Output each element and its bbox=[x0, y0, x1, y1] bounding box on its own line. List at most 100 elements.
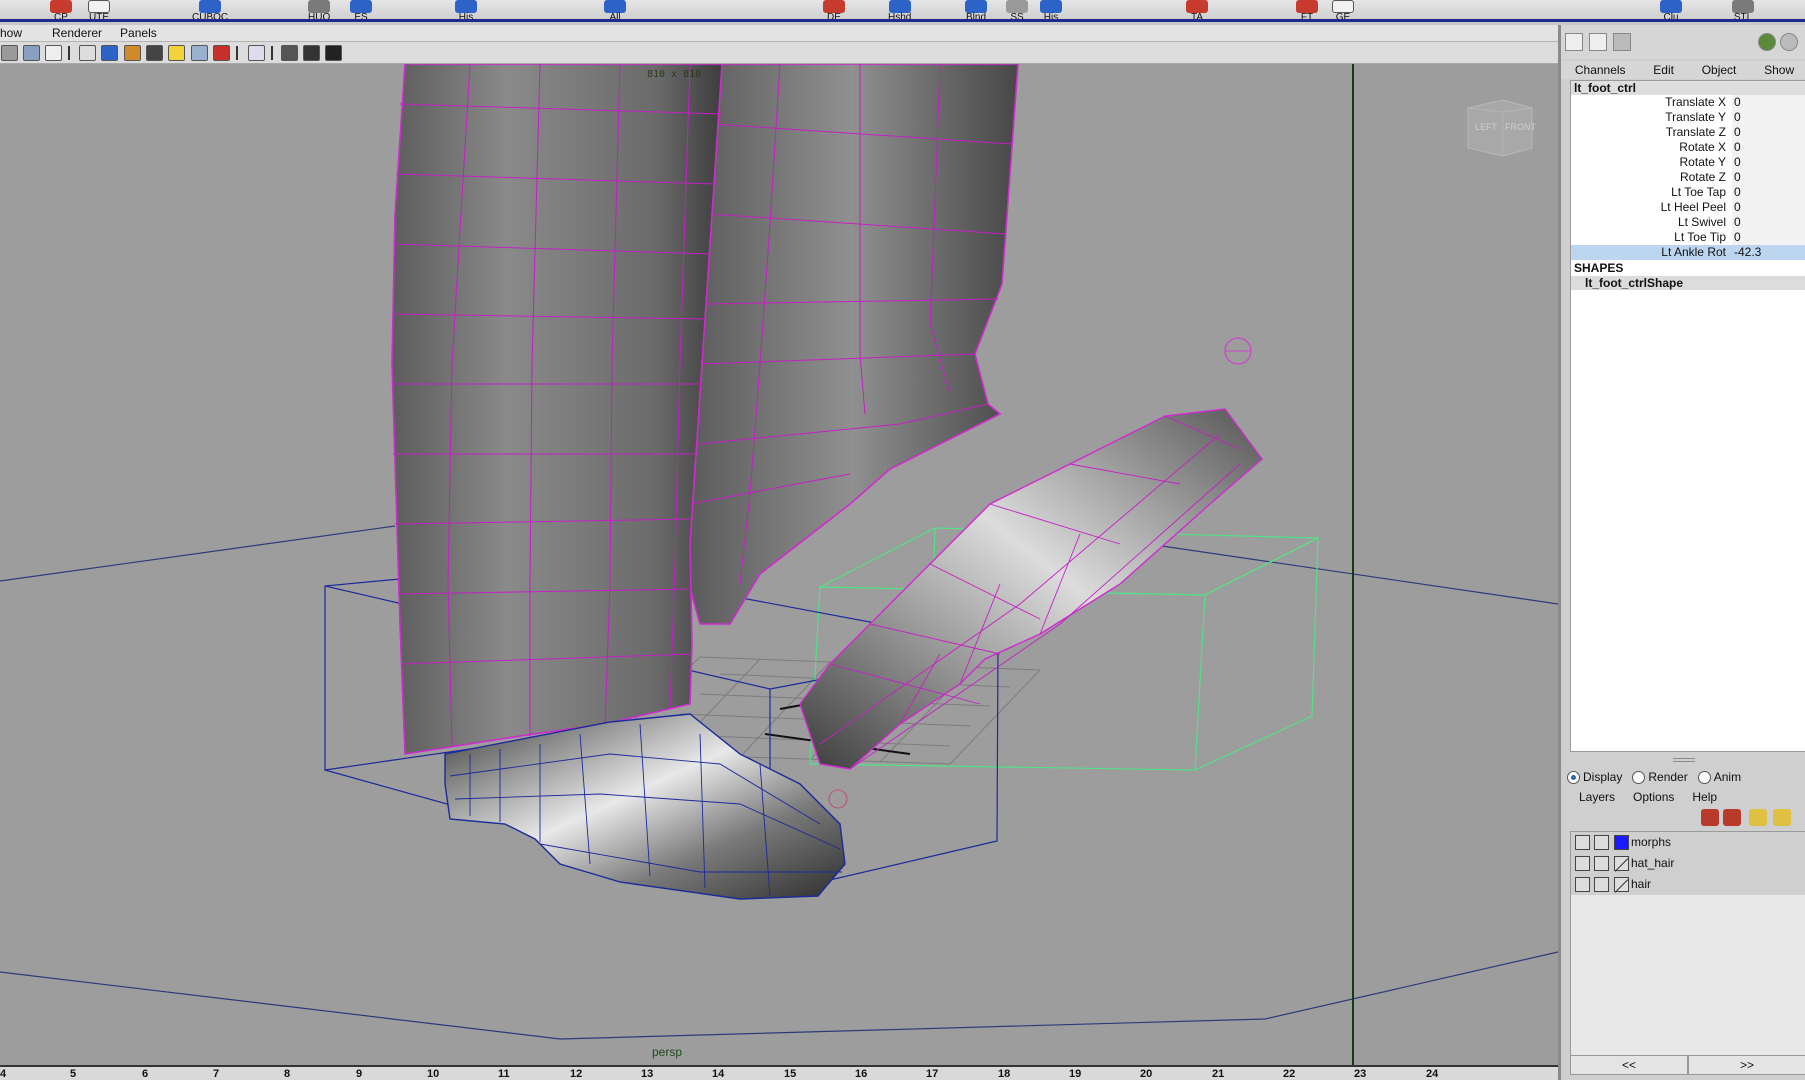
resolution-readout: 810 x 810 bbox=[647, 69, 702, 80]
shelf-button-ft[interactable]: FT bbox=[1296, 0, 1318, 19]
display-type-toggle[interactable] bbox=[1594, 876, 1609, 892]
heel-ctrl-circle[interactable] bbox=[828, 789, 848, 809]
layer-name: morphs bbox=[1631, 835, 1672, 849]
time-tick: 18 bbox=[998, 1068, 1011, 1080]
prev-page-button[interactable]: << bbox=[1570, 1055, 1688, 1075]
half-circle-icon[interactable] bbox=[1780, 33, 1798, 51]
visibility-toggle[interactable] bbox=[1575, 855, 1590, 871]
shelf-button-all[interactable]: All bbox=[604, 0, 626, 19]
shelf-button-es[interactable]: ES bbox=[350, 0, 372, 19]
new-layer-icon[interactable] bbox=[1701, 809, 1719, 826]
xray-icon[interactable] bbox=[325, 45, 342, 61]
shelf-button-his-2[interactable]: His bbox=[1040, 0, 1062, 19]
layer-row-hat-hair[interactable]: hat_hair bbox=[1571, 853, 1805, 874]
viewport-menubar: how Renderer Panels bbox=[0, 25, 1560, 42]
attr-lt-heel-peel[interactable]: Lt Heel Peel 0 bbox=[1571, 200, 1805, 215]
visibility-toggle[interactable] bbox=[1575, 834, 1590, 850]
shelf-button-stl[interactable]: STL bbox=[1732, 0, 1754, 19]
attr-rotate-x[interactable]: Rotate X0 bbox=[1571, 140, 1805, 155]
next-page-button[interactable]: >> bbox=[1688, 1055, 1805, 1075]
color-wheel-icon[interactable] bbox=[1758, 33, 1776, 51]
time-tick: 10 bbox=[427, 1068, 440, 1080]
text-icon[interactable] bbox=[45, 45, 62, 61]
light-bulb-icon[interactable] bbox=[168, 45, 185, 61]
tab-anim[interactable]: Anim bbox=[1697, 767, 1741, 787]
tab-render[interactable]: Render bbox=[1632, 767, 1688, 787]
perspective-viewport[interactable]: 810 x 810 persp LEFT FRONT bbox=[0, 64, 1558, 1065]
textured-cube-icon[interactable] bbox=[124, 45, 141, 61]
channel-box-toggle-icon[interactable] bbox=[1565, 33, 1583, 51]
render-icon[interactable] bbox=[213, 45, 230, 61]
layer-name: hat_hair bbox=[1631, 856, 1675, 870]
time-tick: 4 bbox=[0, 1068, 7, 1080]
shelf-button-ute[interactable]: UTE bbox=[88, 0, 110, 19]
layer-name: hair bbox=[1631, 877, 1652, 891]
shadow-icon[interactable] bbox=[191, 45, 208, 61]
shelf-button-de[interactable]: DE bbox=[823, 0, 845, 19]
shelf-button-ge[interactable]: GE bbox=[1332, 0, 1354, 19]
attr-lt-toe-tap[interactable]: Lt Toe Tap 0 bbox=[1571, 185, 1805, 200]
grid-icon[interactable] bbox=[1, 45, 18, 61]
camera-icon[interactable] bbox=[23, 45, 40, 61]
layer-row-morphs[interactable]: morphs bbox=[1571, 832, 1805, 853]
shape-node-name[interactable]: lt_foot_ctrlShape bbox=[1571, 276, 1805, 290]
view-cube[interactable]: LEFT FRONT bbox=[1465, 96, 1536, 158]
attr-rotate-y[interactable]: Rotate Y0 bbox=[1571, 155, 1805, 170]
shaded-cube-icon[interactable] bbox=[101, 45, 118, 61]
resolution-gate-icon[interactable] bbox=[248, 45, 265, 61]
wireframe-cube-icon[interactable] bbox=[79, 45, 96, 61]
display-type-toggle[interactable] bbox=[1594, 834, 1609, 850]
radio-icon bbox=[1632, 770, 1646, 784]
layer-list: morphs hat_hair hair bbox=[1570, 831, 1805, 1057]
shelf-button-blnd[interactable]: Blnd bbox=[965, 0, 987, 19]
selected-object-name[interactable]: lt_foot_ctrl bbox=[1571, 81, 1805, 95]
new-layer-from-selection-icon[interactable] bbox=[1723, 809, 1741, 826]
menu-channels[interactable]: Channels bbox=[1575, 61, 1626, 79]
time-tick: 7 bbox=[213, 1068, 220, 1080]
grid-toggle-icon[interactable] bbox=[303, 45, 320, 61]
shelf-button-his[interactable]: His bbox=[455, 0, 477, 19]
menu-show[interactable]: how bbox=[0, 25, 30, 41]
menu-panels[interactable]: Panels bbox=[110, 25, 165, 41]
visibility-toggle[interactable] bbox=[1575, 876, 1590, 892]
attr-translate-y[interactable]: Translate Y0 bbox=[1571, 110, 1805, 125]
shelf-button-ss[interactable]: SS bbox=[1006, 0, 1028, 19]
menu-options[interactable]: Options bbox=[1615, 789, 1674, 806]
menu-renderer[interactable]: Renderer bbox=[30, 25, 110, 41]
layer-color-swatch[interactable] bbox=[1614, 834, 1629, 850]
attribute-editor-toggle-icon[interactable] bbox=[1589, 33, 1607, 51]
menu-edit[interactable]: Edit bbox=[1653, 61, 1674, 79]
time-tick: 15 bbox=[784, 1068, 797, 1080]
layer-state-2-icon[interactable] bbox=[1773, 809, 1791, 826]
lighting-icon[interactable] bbox=[146, 45, 163, 61]
time-tick: 19 bbox=[1069, 1068, 1082, 1080]
attr-rotate-z[interactable]: Rotate Z0 bbox=[1571, 170, 1805, 185]
panel-splitter[interactable] bbox=[1561, 755, 1805, 763]
menu-layers[interactable]: Layers bbox=[1561, 789, 1615, 806]
shelf-button-ta[interactable]: TA bbox=[1186, 0, 1208, 19]
layer-row-hair[interactable]: hair bbox=[1571, 874, 1805, 895]
menu-object[interactable]: Object bbox=[1702, 61, 1737, 79]
menu-help[interactable]: Help bbox=[1674, 789, 1717, 806]
camera-name: persp bbox=[652, 1045, 683, 1059]
shelf-button-cp[interactable]: CP bbox=[50, 0, 72, 19]
radio-icon bbox=[1567, 770, 1580, 784]
shelf-button-clu[interactable]: Clu bbox=[1660, 0, 1682, 19]
shelf-button-huo[interactable]: HUO bbox=[308, 0, 330, 19]
attr-lt-swivel[interactable]: Lt Swivel 0 bbox=[1571, 215, 1805, 230]
time-slider[interactable]: 4 5 6 7 8 9 10 11 12 13 14 15 16 17 18 1… bbox=[0, 1065, 1560, 1080]
attr-translate-z[interactable]: Translate Z0 bbox=[1571, 125, 1805, 140]
attr-lt-ankle-rot[interactable]: Lt Ankle Rot -42.3 bbox=[1571, 245, 1805, 260]
tool-settings-toggle-icon[interactable] bbox=[1613, 33, 1631, 51]
attr-lt-toe-tip[interactable]: Lt Toe Tip 0 bbox=[1571, 230, 1805, 245]
layer-color-swatch[interactable] bbox=[1614, 876, 1629, 892]
layer-color-swatch[interactable] bbox=[1614, 855, 1629, 871]
shelf-button-hshd[interactable]: Hshd bbox=[888, 0, 911, 19]
isolate-icon[interactable] bbox=[281, 45, 298, 61]
tab-display[interactable]: Display bbox=[1567, 767, 1622, 787]
attr-translate-x[interactable]: Translate X0 bbox=[1571, 95, 1805, 110]
display-type-toggle[interactable] bbox=[1594, 855, 1609, 871]
layer-state-icon[interactable] bbox=[1749, 809, 1767, 826]
shelf-button-cuboc[interactable]: CUBOC bbox=[192, 0, 228, 19]
menu-show-channels[interactable]: Show bbox=[1764, 61, 1794, 79]
